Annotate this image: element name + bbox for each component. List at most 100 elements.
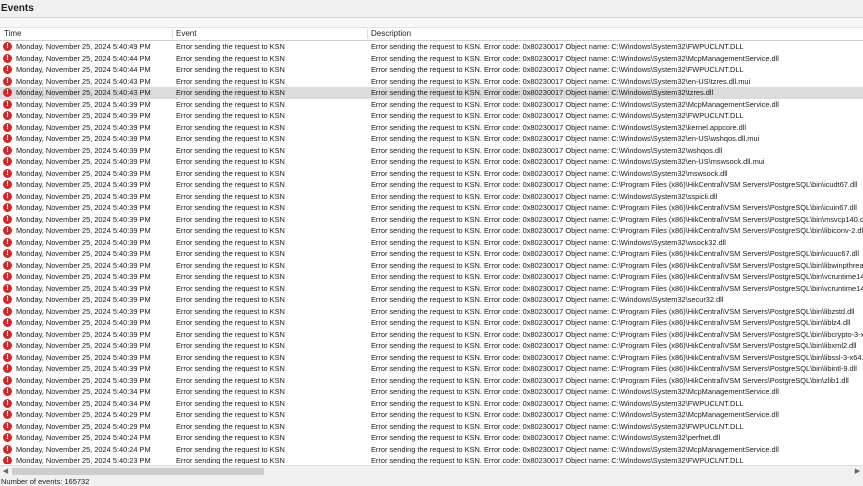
- cell-event: Error sending the request to KSN: [176, 65, 285, 74]
- cell-description: Error sending the request to KSN. Error …: [371, 214, 863, 224]
- cell-time: Monday, November 25, 2024 5:40:44 PM: [16, 53, 151, 63]
- cell-time: Monday, November 25, 2024 5:40:39 PM: [16, 306, 151, 316]
- table-row[interactable]: Monday, November 25, 2024 5:40:24 PM Erro…: [0, 444, 863, 456]
- cell-time: Monday, November 25, 2024 5:40:39 PM: [16, 283, 151, 293]
- scrollbar-thumb[interactable]: [12, 468, 264, 475]
- table-row[interactable]: Monday, November 25, 2024 5:40:39 PM Erro…: [0, 133, 863, 145]
- table-row[interactable]: Monday, November 25, 2024 5:40:44 PM Erro…: [0, 53, 863, 65]
- error-icon: [3, 352, 12, 362]
- cell-time: Monday, November 25, 2024 5:40:39 PM: [16, 237, 151, 247]
- arrow-left-icon[interactable]: ◀: [1, 466, 10, 477]
- cell-description: Error sending the request to KSN. Error …: [371, 88, 714, 97]
- table-row[interactable]: Monday, November 25, 2024 5:40:29 PM Erro…: [0, 421, 863, 433]
- table-row[interactable]: Monday, November 25, 2024 5:40:39 PM Erro…: [0, 156, 863, 168]
- table-row[interactable]: Monday, November 25, 2024 5:40:39 PM Erro…: [0, 340, 863, 352]
- table-row[interactable]: Monday, November 25, 2024 5:40:39 PM Erro…: [0, 110, 863, 122]
- error-icon: [3, 191, 12, 201]
- cell-time: Monday, November 25, 2024 5:40:39 PM: [16, 318, 151, 327]
- table-row[interactable]: Monday, November 25, 2024 5:40:39 PM Erro…: [0, 329, 863, 341]
- error-icon: [3, 398, 12, 408]
- error-icon: [3, 375, 12, 385]
- cell-time: Monday, November 25, 2024 5:40:39 PM: [16, 341, 151, 350]
- table-row[interactable]: Monday, November 25, 2024 5:40:39 PM Erro…: [0, 202, 863, 214]
- table-row[interactable]: Monday, November 25, 2024 5:40:39 PM Erro…: [0, 248, 863, 260]
- table-row[interactable]: Monday, November 25, 2024 5:40:23 PM Erro…: [0, 455, 863, 464]
- table-row[interactable]: Monday, November 25, 2024 5:40:39 PM Erro…: [0, 179, 863, 191]
- column-header-event[interactable]: Event: [176, 29, 196, 38]
- table-row[interactable]: Monday, November 25, 2024 5:40:39 PM Erro…: [0, 191, 863, 203]
- cell-time: Monday, November 25, 2024 5:40:39 PM: [16, 134, 151, 143]
- cell-description: Error sending the request to KSN. Error …: [371, 306, 855, 316]
- table-row[interactable]: Monday, November 25, 2024 5:40:44 PM Erro…: [0, 64, 863, 76]
- cell-time: Monday, November 25, 2024 5:40:39 PM: [16, 226, 151, 235]
- status-bar: Number of events: 165732: [0, 477, 863, 486]
- cell-time: Monday, November 25, 2024 5:40:39 PM: [16, 122, 151, 132]
- table-row[interactable]: Monday, November 25, 2024 5:40:39 PM Erro…: [0, 225, 863, 237]
- error-icon: [3, 455, 12, 464]
- cell-description: Error sending the request to KSN. Error …: [371, 99, 779, 109]
- cell-description: Error sending the request to KSN. Error …: [371, 375, 849, 385]
- table-row[interactable]: Monday, November 25, 2024 5:40:39 PM Erro…: [0, 352, 863, 364]
- table-row[interactable]: Monday, November 25, 2024 5:40:39 PM Erro…: [0, 283, 863, 295]
- arrow-right-icon[interactable]: ▶: [853, 466, 862, 477]
- column-header-description[interactable]: Description: [371, 29, 411, 38]
- table-row[interactable]: Monday, November 25, 2024 5:40:43 PM Erro…: [0, 87, 863, 99]
- error-icon: [3, 248, 12, 258]
- table-row[interactable]: Monday, November 25, 2024 5:40:39 PM Erro…: [0, 294, 863, 306]
- horizontal-scrollbar[interactable]: ◀ ▶: [0, 465, 863, 477]
- error-icon: [3, 179, 12, 189]
- cell-description: Error sending the request to KSN. Error …: [371, 203, 857, 212]
- cell-description: Error sending the request to KSN. Error …: [371, 168, 728, 178]
- cell-time: Monday, November 25, 2024 5:40:39 PM: [16, 214, 151, 224]
- table-row[interactable]: Monday, November 25, 2024 5:40:29 PM Erro…: [0, 409, 863, 421]
- table-row[interactable]: Monday, November 25, 2024 5:40:39 PM Erro…: [0, 168, 863, 180]
- column-resize-handle[interactable]: [367, 29, 368, 39]
- table-header: Time Event Description: [0, 28, 863, 41]
- cell-time: Monday, November 25, 2024 5:40:39 PM: [16, 249, 151, 258]
- cell-description: Error sending the request to KSN. Error …: [371, 398, 744, 408]
- cell-event: Error sending the request to KSN: [176, 433, 285, 442]
- cell-description: Error sending the request to KSN. Error …: [371, 387, 779, 396]
- cell-time: Monday, November 25, 2024 5:40:34 PM: [16, 387, 151, 396]
- table-row[interactable]: Monday, November 25, 2024 5:40:24 PM Erro…: [0, 432, 863, 444]
- cell-description: Error sending the request to KSN. Error …: [371, 364, 857, 373]
- cell-description: Error sending the request to KSN. Error …: [371, 318, 851, 327]
- table-row[interactable]: Monday, November 25, 2024 5:40:39 PM Erro…: [0, 99, 863, 111]
- cell-description: Error sending the request to KSN. Error …: [371, 444, 779, 454]
- error-icon: [3, 386, 12, 396]
- cell-time: Monday, November 25, 2024 5:40:39 PM: [16, 352, 151, 362]
- cell-event: Error sending the request to KSN: [176, 272, 285, 281]
- cell-time: Monday, November 25, 2024 5:40:39 PM: [16, 191, 151, 201]
- cell-description: Error sending the request to KSN. Error …: [371, 329, 863, 339]
- table-row[interactable]: Monday, November 25, 2024 5:40:34 PM Erro…: [0, 398, 863, 410]
- table-row[interactable]: Monday, November 25, 2024 5:40:39 PM Erro…: [0, 317, 863, 329]
- table-row[interactable]: Monday, November 25, 2024 5:40:39 PM Erro…: [0, 271, 863, 283]
- table-row[interactable]: Monday, November 25, 2024 5:40:39 PM Erro…: [0, 145, 863, 157]
- table-row[interactable]: Monday, November 25, 2024 5:40:34 PM Erro…: [0, 386, 863, 398]
- cell-description: Error sending the request to KSN. Error …: [371, 191, 718, 201]
- error-icon: [3, 237, 12, 247]
- table-row[interactable]: Monday, November 25, 2024 5:40:39 PM Erro…: [0, 375, 863, 387]
- error-icon: [3, 156, 12, 166]
- error-icon: [3, 133, 12, 143]
- column-header-time[interactable]: Time: [4, 29, 21, 38]
- table-row[interactable]: Monday, November 25, 2024 5:40:39 PM Erro…: [0, 306, 863, 318]
- cell-event: Error sending the request to KSN: [176, 111, 285, 120]
- cell-event: Error sending the request to KSN: [176, 214, 285, 224]
- cell-description: Error sending the request to KSN. Error …: [371, 226, 863, 235]
- table-row[interactable]: Monday, November 25, 2024 5:40:39 PM Erro…: [0, 363, 863, 375]
- table-row[interactable]: Monday, November 25, 2024 5:40:39 PM Erro…: [0, 260, 863, 272]
- cell-time: Monday, November 25, 2024 5:40:49 PM: [16, 42, 151, 51]
- table-row[interactable]: Monday, November 25, 2024 5:40:49 PM Erro…: [0, 41, 863, 53]
- error-icon: [3, 202, 12, 212]
- cell-time: Monday, November 25, 2024 5:40:39 PM: [16, 272, 151, 281]
- column-resize-handle[interactable]: [172, 29, 173, 39]
- table-row[interactable]: Monday, November 25, 2024 5:40:39 PM Erro…: [0, 237, 863, 249]
- table-row[interactable]: Monday, November 25, 2024 5:40:39 PM Erro…: [0, 214, 863, 226]
- cell-description: Error sending the request to KSN. Error …: [371, 134, 760, 143]
- error-icon: [3, 87, 12, 97]
- cell-description: Error sending the request to KSN. Error …: [371, 180, 858, 189]
- table-row[interactable]: Monday, November 25, 2024 5:40:39 PM Erro…: [0, 122, 863, 134]
- cell-description: Error sending the request to KSN. Error …: [371, 295, 724, 304]
- table-row[interactable]: Monday, November 25, 2024 5:40:43 PM Erro…: [0, 76, 863, 88]
